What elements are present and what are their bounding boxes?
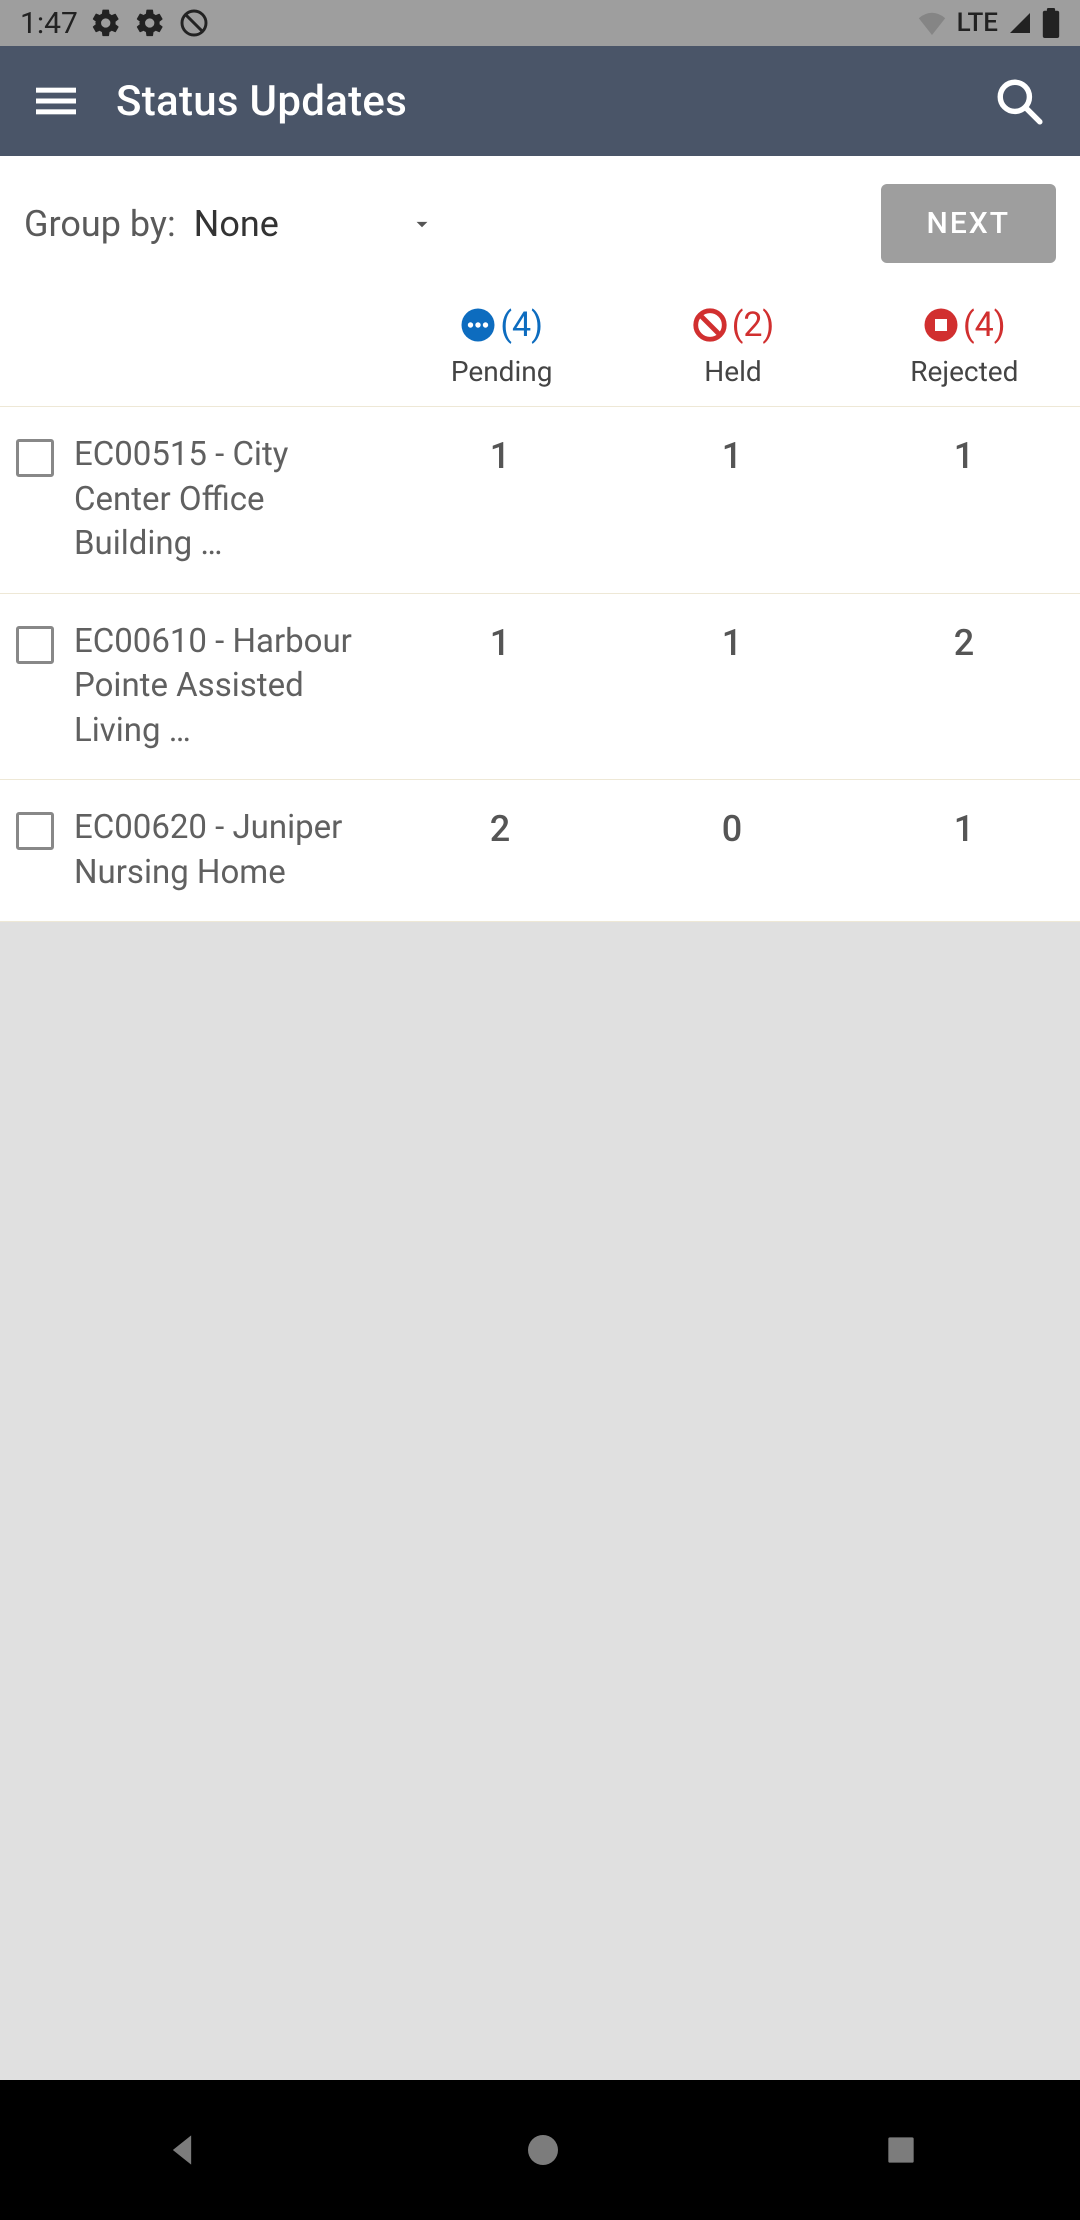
job-list: EC00515 - City Center Office Building … …	[0, 407, 1080, 922]
wifi-icon	[917, 11, 947, 35]
held-count: (2)	[732, 305, 775, 345]
pending-label: Pending	[451, 355, 553, 388]
table-row[interactable]: EC00620 - Juniper Nursing Home 2 0 1	[0, 780, 1080, 922]
row-rejected: 1	[848, 806, 1080, 850]
row-checkbox[interactable]	[16, 812, 54, 850]
table-row[interactable]: EC00515 - City Center Office Building … …	[0, 407, 1080, 594]
row-name: EC00515 - City Center Office Building …	[74, 433, 384, 567]
rejected-icon	[923, 307, 959, 343]
rejected-count: (4)	[963, 305, 1006, 345]
row-name: EC00620 - Juniper Nursing Home	[74, 806, 384, 895]
row-checkbox[interactable]	[16, 439, 54, 477]
row-pending: 1	[384, 433, 616, 477]
row-rejected: 2	[848, 620, 1080, 664]
row-held: 0	[616, 806, 848, 850]
settings-gear-icon	[90, 7, 122, 39]
do-not-disturb-icon	[178, 7, 210, 39]
search-icon[interactable]	[994, 76, 1044, 126]
signal-icon	[1008, 11, 1032, 35]
system-status-bar: 1:47 LTE	[0, 0, 1080, 46]
back-button[interactable]	[160, 2128, 204, 2172]
row-pending: 2	[384, 806, 616, 850]
recent-button[interactable]	[882, 2131, 920, 2169]
held-header[interactable]: (2) Held	[617, 305, 848, 388]
page-title: Status Updates	[116, 77, 407, 126]
status-header-row: (4) Pending (2) Held (4) Rejected	[0, 287, 1080, 407]
pending-count: (4)	[500, 305, 543, 345]
row-name: EC00610 - Harbour Pointe Assisted Living…	[74, 620, 384, 754]
groupby-dropdown[interactable]: None	[194, 203, 881, 245]
filter-bar: Group by: None NEXT	[0, 156, 1080, 287]
row-checkbox[interactable]	[16, 626, 54, 664]
row-pending: 1	[384, 620, 616, 664]
next-button[interactable]: NEXT	[881, 184, 1056, 263]
dropdown-caret-icon	[409, 211, 435, 237]
row-held: 1	[616, 620, 848, 664]
table-row[interactable]: EC00610 - Harbour Pointe Assisted Living…	[0, 594, 1080, 781]
system-nav-bar	[0, 2080, 1080, 2220]
status-time: 1:47	[20, 6, 78, 41]
empty-area	[0, 922, 1080, 2080]
rejected-header[interactable]: (4) Rejected	[849, 305, 1080, 388]
pending-header[interactable]: (4) Pending	[386, 305, 617, 388]
row-rejected: 1	[848, 433, 1080, 477]
settings-gear-icon-2	[134, 7, 166, 39]
held-icon	[692, 307, 728, 343]
network-type: LTE	[957, 8, 998, 38]
groupby-value: None	[194, 203, 279, 245]
held-label: Held	[704, 355, 761, 388]
rejected-label: Rejected	[910, 355, 1018, 388]
app-bar: Status Updates	[0, 46, 1080, 156]
menu-icon[interactable]	[36, 81, 76, 121]
pending-icon	[460, 307, 496, 343]
home-button[interactable]	[523, 2130, 563, 2170]
row-held: 1	[616, 433, 848, 477]
battery-icon	[1042, 8, 1060, 38]
next-button-label: NEXT	[927, 206, 1010, 241]
groupby-label: Group by:	[24, 203, 176, 245]
